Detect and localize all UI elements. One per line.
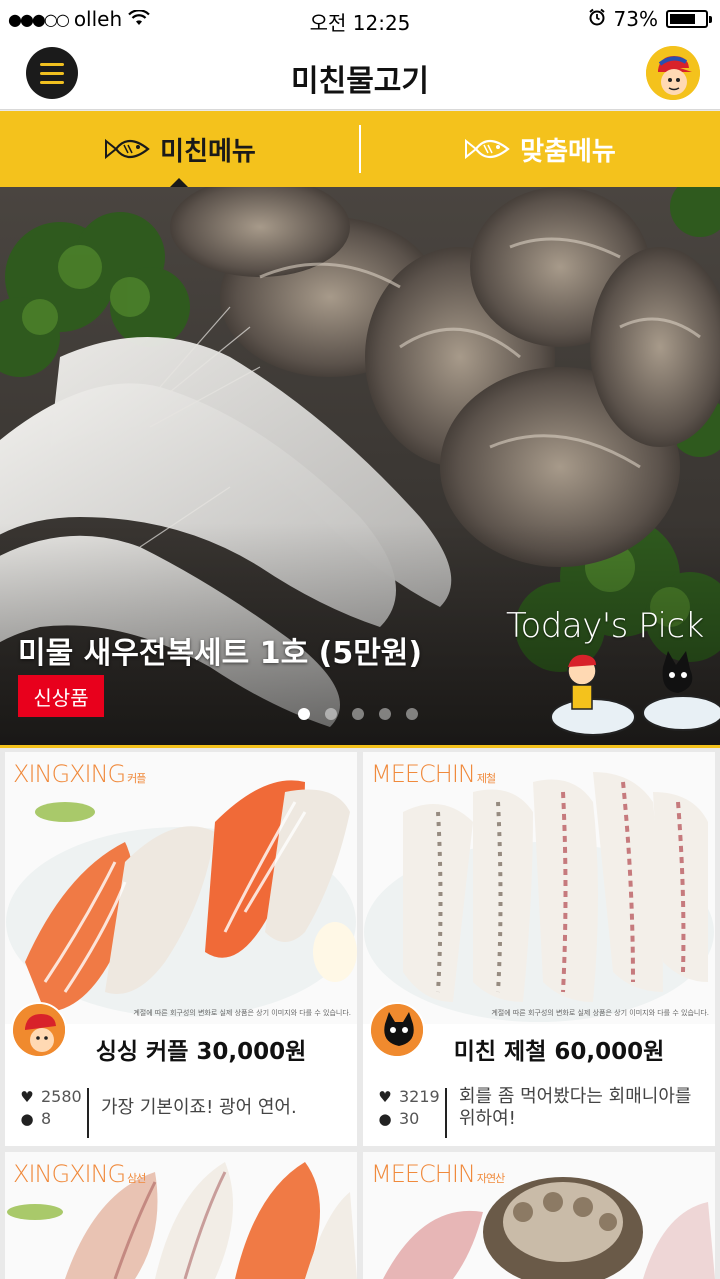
stats-divider	[445, 1088, 447, 1138]
product-name: 미친 제철 60,000원	[453, 1039, 665, 1065]
product-image: MEECHIN 제철 계절에 따른 회구성의 변화로 실제 상품은 상기 이미지와…	[363, 752, 715, 1024]
tab-label: 미친메뉴	[160, 136, 256, 167]
fish-icon	[105, 138, 150, 160]
status-bar: ●●●○○ olleh 오전 12:25 73%	[0, 0, 720, 38]
todays-pick-label: Today's Pick	[506, 606, 704, 646]
like-count: 2580	[41, 1087, 82, 1106]
disclaimer-text: 계절에 따른 회구성의 변화로 실제 상품은 상기 이미지와 다를 수 있습니다…	[491, 1009, 709, 1017]
carousel-pagination[interactable]	[298, 708, 418, 720]
comment-count: 8	[41, 1109, 52, 1128]
stats-divider	[87, 1088, 89, 1138]
carousel-dot[interactable]	[298, 708, 310, 720]
battery-icon	[666, 10, 712, 28]
navigation-bar: 미친물고기	[0, 38, 720, 110]
carousel-dot[interactable]	[406, 708, 418, 720]
tab-label: 맞춤메뉴	[520, 136, 616, 167]
carousel-dot[interactable]	[379, 708, 391, 720]
product-image: XINGXING 커플 계절에 따른 회구성의 변화로 실제 상품은 상기 이미지…	[5, 752, 357, 1024]
brand-label: XINGXING 삼선	[13, 1160, 146, 1188]
fish-icon	[465, 138, 510, 160]
carousel-dot[interactable]	[325, 708, 337, 720]
tab-crazy-menu[interactable]: 미친메뉴	[0, 111, 360, 187]
new-product-badge: 신상품	[18, 675, 104, 717]
product-stats: ♥ 2580 ● 8	[19, 1086, 82, 1130]
heart-icon: ♥	[20, 1088, 34, 1106]
page-title: 미친물고기	[291, 64, 429, 99]
product-description: 가장 기본이죠! 광어 연어.	[101, 1097, 297, 1118]
battery-percent: 73%	[613, 7, 658, 31]
product-card-couple[interactable]: XINGXING 커플 계절에 따른 회구성의 변화로 실제 상품은 상기 이미지…	[5, 752, 357, 1146]
hero-title: 미물 새우전복세트 1호 (5만원)	[18, 636, 423, 671]
carousel-dot[interactable]	[352, 708, 364, 720]
alarm-icon	[588, 7, 606, 31]
brand-label: XINGXING 커플	[13, 760, 146, 788]
product-image: MEECHIN 자연산	[363, 1152, 715, 1279]
product-description: 회를 좀 먹어봤다는 회매니아를 위하여!	[459, 1086, 692, 1129]
product-card-wild[interactable]: MEECHIN 자연산	[363, 1152, 715, 1279]
comment-icon: ●	[378, 1110, 392, 1128]
active-tab-indicator	[170, 178, 188, 187]
heart-icon: ♥	[378, 1088, 392, 1106]
product-card-seasonal[interactable]: MEECHIN 제철 계절에 따른 회구성의 변화로 실제 상품은 상기 이미지와…	[363, 752, 715, 1146]
brand-label: MEECHIN 자연산	[371, 1160, 505, 1188]
comment-count: 30	[399, 1109, 420, 1128]
comment-icon: ●	[20, 1110, 34, 1128]
product-card-three-kinds[interactable]: XINGXING 삼선	[5, 1152, 357, 1279]
like-count: 3219	[399, 1087, 440, 1106]
tab-bar: 미친메뉴 맞춤메뉴	[0, 111, 720, 187]
disclaimer-text: 계절에 따른 회구성의 변화로 실제 상품은 상기 이미지와 다를 수 있습니다…	[133, 1009, 351, 1017]
product-image: XINGXING 삼선	[5, 1152, 357, 1279]
hero-divider	[0, 745, 720, 748]
hero-carousel[interactable]: 미물 새우전복세트 1호 (5만원) 신상품 Today's Pick	[0, 187, 720, 747]
tab-divider	[359, 125, 361, 173]
tab-custom-menu[interactable]: 맞춤메뉴	[360, 111, 720, 187]
product-name: 싱싱 커플 30,000원	[95, 1039, 307, 1065]
product-stats: ♥ 3219 ● 30	[377, 1086, 440, 1130]
brand-label: MEECHIN 제철	[371, 760, 496, 788]
profile-avatar-button[interactable]	[646, 46, 700, 100]
avatar-icon	[646, 46, 700, 100]
